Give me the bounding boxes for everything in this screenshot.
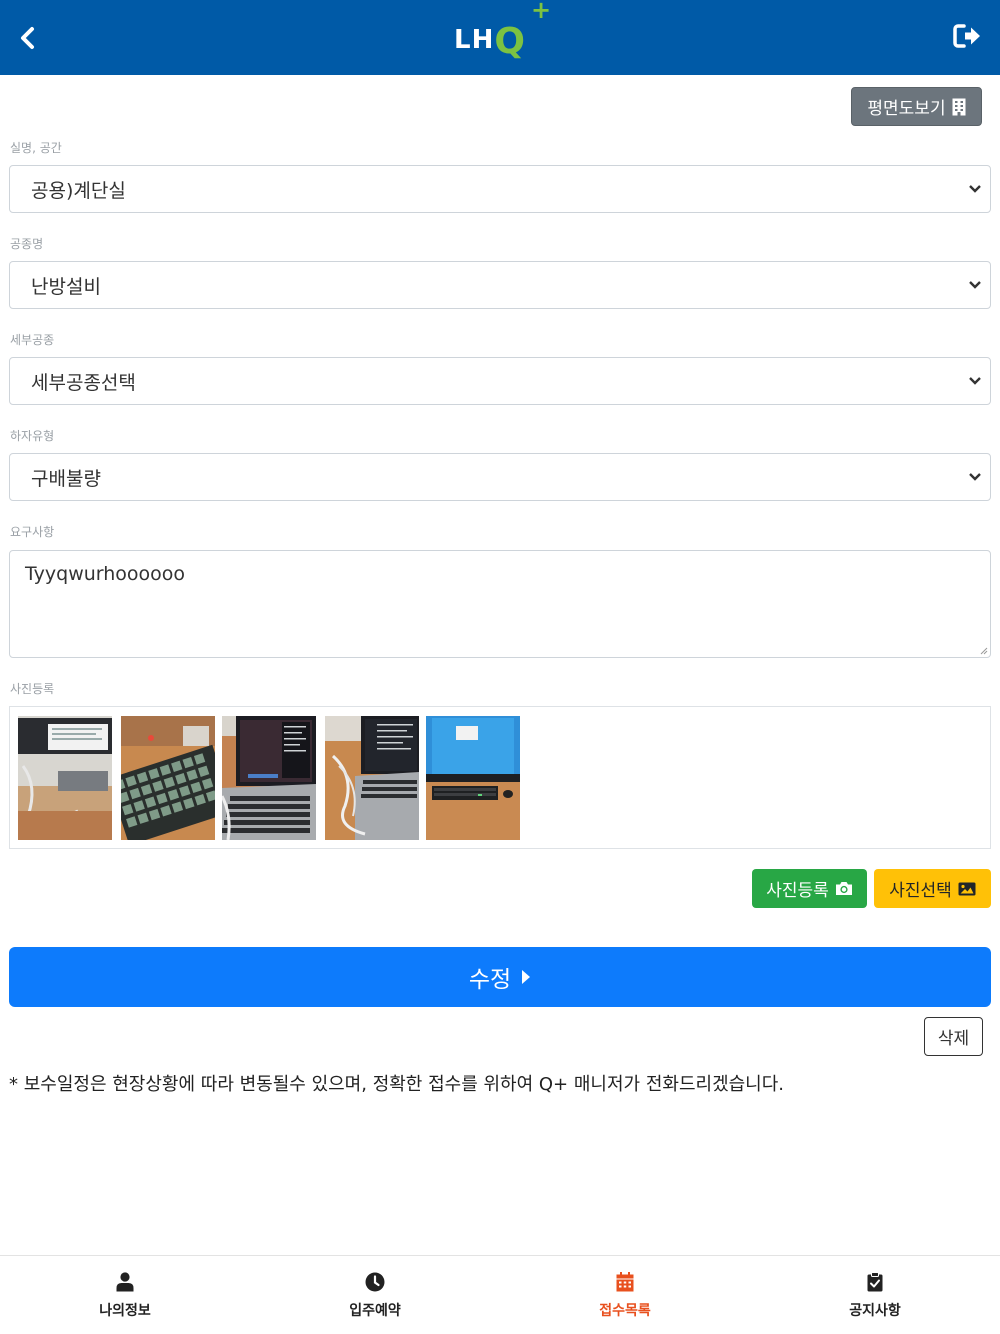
app-logo: LH Q [454, 21, 525, 62]
logout-button[interactable] [948, 16, 988, 56]
select-photo-label: 사진선택 [889, 881, 952, 901]
modify-submit-button[interactable]: 수정 [9, 947, 991, 1007]
photo-thumbnail[interactable] [18, 716, 112, 840]
building-icon [952, 98, 966, 115]
request-label: 요구사항 [10, 525, 55, 539]
subtrade-label: 세부공종 [10, 333, 55, 347]
floor-plan-button[interactable]: 평면도보기 [851, 87, 982, 126]
modify-submit-label: 수정 [468, 967, 512, 993]
subtrade-select-value: 세부공종선택 [31, 371, 136, 394]
chevron-down-icon [969, 185, 981, 193]
request-text: Tyyqwurhoooooo [25, 563, 186, 585]
user-icon [116, 1271, 134, 1291]
clock-icon [365, 1272, 385, 1291]
register-photo-label: 사진등록 [766, 881, 829, 901]
nav-label: 공지사항 [849, 1302, 901, 1319]
photo-thumbnail[interactable] [222, 716, 316, 840]
chevron-down-icon [969, 281, 981, 289]
nav-item-my-info[interactable]: 나의정보 [0, 1256, 250, 1334]
nav-label: 입주예약 [349, 1302, 401, 1319]
defect-type-select-value: 구배불량 [31, 467, 101, 490]
room-label: 실명, 공간 [10, 141, 62, 155]
photo-gallery [9, 706, 991, 849]
app-header: LH Q + [0, 0, 1000, 75]
logo-plus: + [531, 0, 552, 24]
floor-plan-label: 평면도보기 [867, 99, 946, 119]
delete-label: 삭제 [937, 1029, 970, 1049]
nav-label: 접수목록 [599, 1302, 651, 1319]
trade-select-value: 난방설비 [31, 275, 101, 298]
register-photo-button[interactable]: 사진등록 [752, 869, 867, 908]
resize-handle-icon[interactable] [979, 646, 988, 655]
delete-button[interactable]: 삭제 [924, 1017, 983, 1056]
nav-item-move-in-reservation[interactable]: 입주예약 [250, 1256, 500, 1334]
bottom-nav: 나의정보 입주예약 접수목록 공지사항 [0, 1255, 1000, 1334]
chevron-down-icon [969, 377, 981, 385]
room-select-value: 공용)계단실 [31, 179, 126, 202]
chevron-left-icon [21, 27, 34, 49]
chevron-down-icon [969, 473, 981, 481]
sign-out-icon [953, 24, 980, 48]
schedule-notice: * 보수일정은 현장상황에 따라 변동될수 있으며, 정확한 접수를 위하여 Q… [9, 1074, 785, 1095]
subtrade-select[interactable]: 세부공종선택 [9, 357, 991, 405]
clipboard-check-icon [867, 1271, 883, 1291]
request-textarea[interactable]: Tyyqwurhoooooo [9, 550, 991, 658]
back-button[interactable] [10, 18, 46, 58]
select-photo-button[interactable]: 사진선택 [874, 869, 991, 908]
photo-thumbnail[interactable] [426, 716, 520, 840]
photo-thumbnail[interactable] [121, 716, 215, 840]
caret-right-icon [522, 970, 531, 984]
nav-item-notices[interactable]: 공지사항 [750, 1256, 1000, 1334]
room-select[interactable]: 공용)계단실 [9, 165, 991, 213]
calendar-icon [616, 1271, 634, 1291]
nav-item-receipt-list[interactable]: 접수목록 [500, 1256, 750, 1334]
photo-thumbnail[interactable] [325, 716, 419, 840]
defect-type-select[interactable]: 구배불량 [9, 453, 991, 501]
camera-icon [835, 882, 852, 895]
photos-label: 사진등록 [10, 682, 55, 696]
nav-label: 나의정보 [99, 1302, 151, 1319]
defect-type-label: 하자유형 [10, 429, 55, 443]
image-icon [958, 882, 976, 895]
trade-label: 공종명 [10, 237, 44, 251]
trade-select[interactable]: 난방설비 [9, 261, 991, 309]
